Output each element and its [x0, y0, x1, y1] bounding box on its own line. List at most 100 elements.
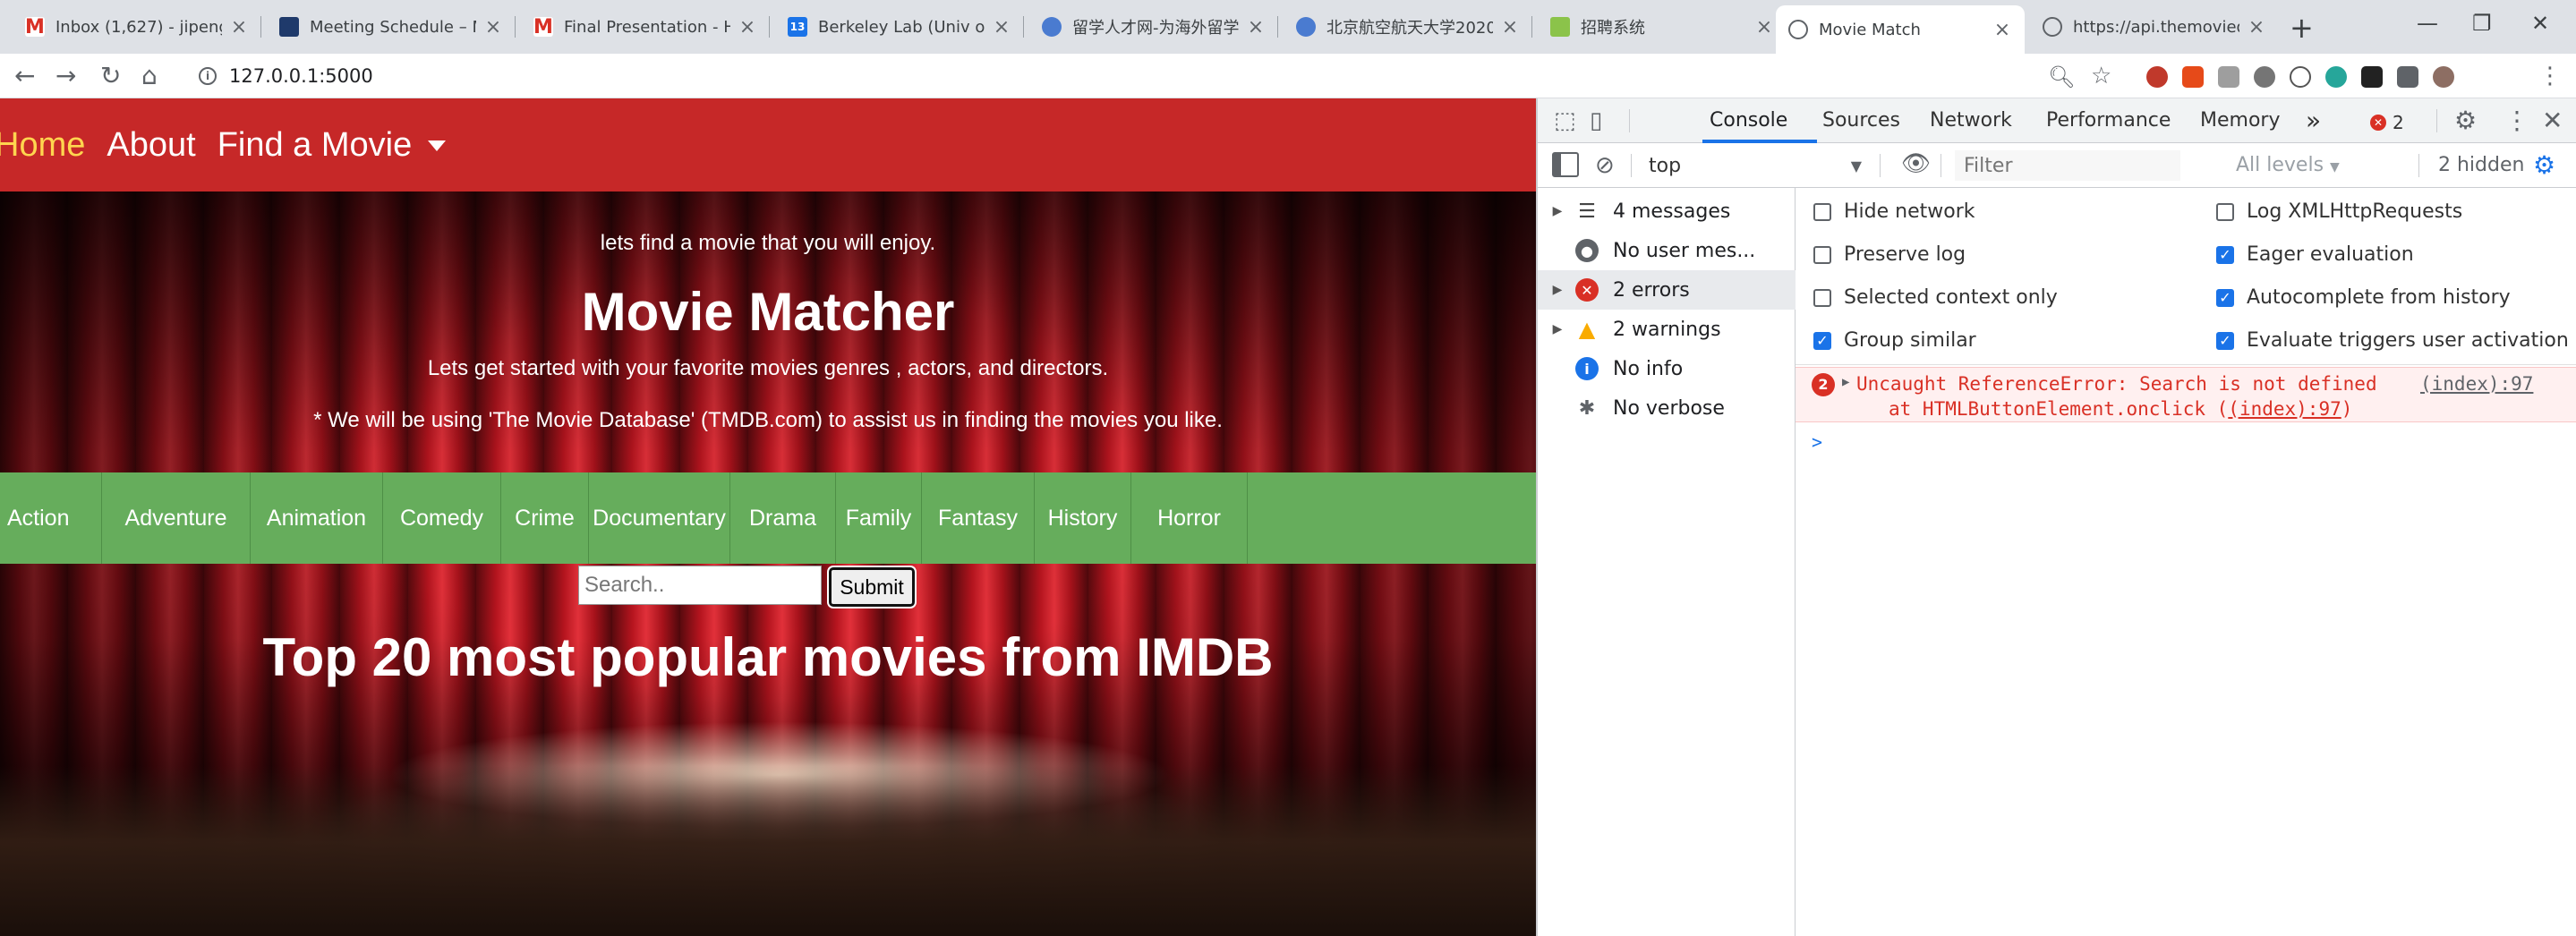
selected-context-checkbox[interactable]: Selected context only [1813, 286, 2058, 309]
office-icon[interactable] [2182, 66, 2204, 88]
zoom-icon[interactable]: 🔍︎ [2048, 64, 2075, 89]
context-selector[interactable]: top ▼ [1649, 150, 1862, 181]
close-icon[interactable]: × [229, 16, 249, 38]
device-toolbar-icon[interactable]: ▯ [1590, 107, 1602, 134]
browser-tab-movie-match[interactable]: Movie Match × [1776, 5, 2025, 54]
bookmark-star-icon[interactable]: ☆ [2091, 63, 2111, 89]
expand-arrow-icon[interactable]: ▶ [1547, 283, 1568, 297]
console-error-message[interactable]: 2 ▶ Uncaught ReferenceError: Search is n… [1796, 367, 2576, 422]
nav-about-link[interactable]: About [107, 126, 195, 165]
clear-console-icon[interactable]: ⊘ [1595, 152, 1615, 179]
genre-documentary[interactable]: Documentary [589, 472, 730, 564]
browser-tab-beihang[interactable]: 北京航空航天大学2020 × [1284, 7, 1532, 47]
sidebar-item-messages[interactable]: ▶ ☰ 4 messages [1538, 191, 1796, 231]
close-icon[interactable]: × [1754, 16, 1774, 38]
menu-kebab-icon[interactable]: ⋮ [2538, 63, 2562, 89]
more-tabs-icon[interactable]: » [2306, 106, 2321, 135]
error-count-badge[interactable]: ✕ 2 [2370, 111, 2404, 133]
genre-crime[interactable]: Crime [501, 472, 589, 564]
error-count: 2 [2393, 112, 2404, 133]
extension-icon[interactable] [2325, 66, 2347, 88]
sidebar-item-info[interactable]: i No info [1538, 349, 1796, 388]
extension-icon[interactable] [2361, 66, 2383, 88]
restore-icon[interactable]: ❐ [2472, 11, 2492, 36]
genre-family[interactable]: Family [836, 472, 922, 564]
evaluate-triggers-checkbox[interactable]: ✓ Evaluate triggers user activation [2216, 329, 2569, 352]
browser-tab-meeting[interactable]: Meeting Schedule – Mc × [267, 7, 516, 47]
extension-icon[interactable] [2146, 66, 2168, 88]
autocomplete-checkbox[interactable]: ✓ Autocomplete from history [2216, 286, 2511, 309]
tab-network[interactable]: Network [1930, 109, 2012, 132]
sidebar-item-warnings[interactable]: ▶ ▲ 2 warnings [1538, 310, 1796, 349]
sidebar-toggle-icon[interactable] [1552, 152, 1579, 177]
close-icon[interactable]: × [738, 16, 757, 38]
eager-evaluation-checkbox[interactable]: ✓ Eager evaluation [2216, 243, 2414, 266]
log-xhr-checkbox[interactable]: Log XMLHttpRequests [2216, 200, 2462, 223]
browser-tab-tmdb-api[interactable]: https://api.themoviedb × [2030, 7, 2279, 47]
sidebar-item-errors[interactable]: ▶ ✕ 2 errors [1538, 270, 1796, 310]
group-similar-checkbox[interactable]: ✓ Group similar [1813, 329, 1976, 352]
nav-home-link[interactable]: Home [0, 126, 85, 165]
expand-arrow-icon[interactable]: ▶ [1842, 375, 1849, 389]
new-tab-button[interactable]: + [2290, 11, 2314, 45]
extension-icon[interactable] [2218, 66, 2239, 88]
stack-source-link[interactable]: (index):97 [2228, 398, 2341, 420]
console-settings-gear-icon[interactable]: ⚙ [2533, 150, 2555, 180]
nav-find-movie-dropdown[interactable]: Find a Movie [218, 126, 447, 165]
sidebar-item-verbose[interactable]: ✱ No verbose [1538, 388, 1796, 428]
error-source-link[interactable]: (index):97 [2420, 373, 2533, 395]
expand-arrow-icon[interactable]: ▶ [1547, 322, 1568, 336]
reload-icon[interactable]: ↻ [100, 61, 121, 90]
tab-console[interactable]: Console [1710, 109, 1787, 132]
settings-gear-icon[interactable]: ⚙ [2454, 106, 2477, 135]
filter-input[interactable] [1955, 150, 2180, 181]
console-prompt[interactable]: > [1812, 431, 1822, 453]
browser-tab-inbox[interactable]: M Inbox (1,627) - jipengy × [13, 7, 261, 47]
close-icon[interactable]: × [992, 16, 1011, 38]
genre-action[interactable]: Action [0, 472, 102, 564]
close-icon[interactable]: × [1500, 16, 1520, 38]
submit-button[interactable]: Submit [829, 567, 915, 607]
close-icon[interactable]: × [2247, 16, 2266, 38]
live-expression-eye-icon[interactable]: 👁︎ [1901, 150, 1931, 177]
genre-fantasy[interactable]: Fantasy [922, 472, 1035, 564]
tab-performance[interactable]: Performance [2046, 109, 2171, 132]
genre-history[interactable]: History [1035, 472, 1131, 564]
tab-memory[interactable]: Memory [2200, 109, 2280, 132]
url-text: 127.0.0.1:5000 [229, 65, 373, 87]
genre-animation[interactable]: Animation [251, 472, 383, 564]
log-levels-dropdown[interactable]: All levels ▼ [2236, 154, 2340, 176]
search-input[interactable] [578, 566, 822, 605]
extensions-puzzle-icon[interactable] [2397, 66, 2418, 88]
expand-arrow-icon[interactable]: ▶ [1547, 204, 1568, 218]
sidebar-item-user-messages[interactable]: ● No user mes... [1538, 231, 1796, 270]
genre-drama[interactable]: Drama [730, 472, 836, 564]
address-bar[interactable]: i 127.0.0.1:5000 [186, 59, 2111, 93]
genre-horror[interactable]: Horror [1131, 472, 1248, 564]
close-icon[interactable]: × [483, 16, 503, 38]
window-close-icon[interactable]: ✕ [2531, 11, 2549, 36]
forward-icon[interactable]: → [55, 61, 76, 90]
preserve-log-checkbox[interactable]: Preserve log [1813, 243, 1966, 266]
browser-tab-final-presentation[interactable]: M Final Presentation - Ha × [521, 7, 770, 47]
home-icon[interactable]: ⌂ [141, 61, 158, 90]
browser-tab-zhaopin[interactable]: 招聘系统 × [1538, 7, 1787, 47]
inspect-element-icon[interactable]: ⬚ [1554, 107, 1576, 134]
close-icon[interactable]: × [1992, 19, 2012, 41]
close-devtools-icon[interactable]: ✕ [2542, 106, 2563, 135]
hide-network-checkbox[interactable]: Hide network [1813, 200, 1975, 223]
minimize-icon[interactable]: — [2417, 11, 2438, 36]
browser-tab-liuxue[interactable]: 留学人才网-为海外留学 × [1029, 7, 1278, 47]
extension-icon[interactable] [2254, 66, 2275, 88]
menu-kebab-icon[interactable]: ⋮ [2504, 106, 2529, 135]
list-icon: ☰ [1578, 200, 1596, 223]
profile-avatar[interactable] [2433, 66, 2454, 88]
extension-icon[interactable] [2290, 66, 2311, 88]
info-icon[interactable]: i [199, 67, 217, 85]
tab-sources[interactable]: Sources [1822, 109, 1900, 132]
genre-adventure[interactable]: Adventure [102, 472, 251, 564]
close-icon[interactable]: × [1246, 16, 1266, 38]
genre-comedy[interactable]: Comedy [383, 472, 501, 564]
browser-tab-berkeley[interactable]: 13 Berkeley Lab (Univ of C × [775, 7, 1024, 47]
back-icon[interactable]: ← [14, 61, 35, 90]
